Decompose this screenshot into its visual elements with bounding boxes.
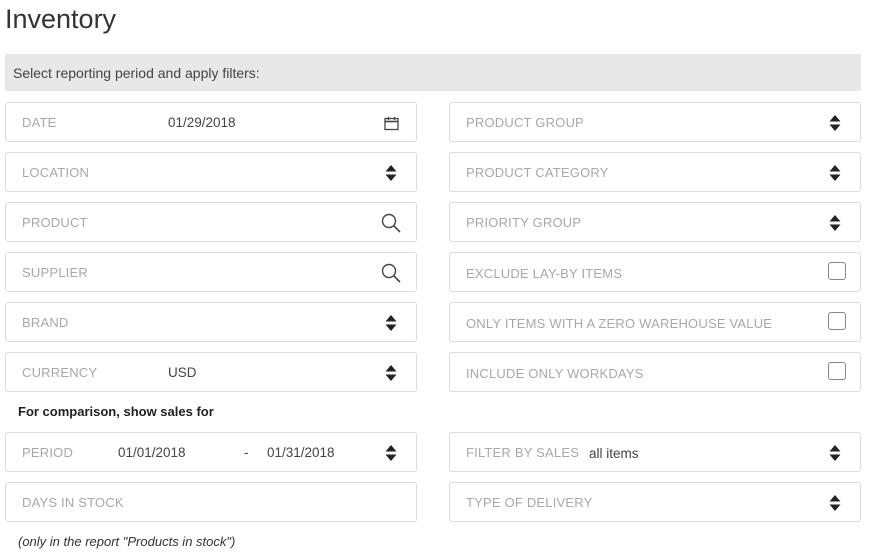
date-field[interactable]: DATE 01/29/2018 — [5, 102, 417, 142]
priority-group-label: PRIORITY GROUP — [466, 215, 582, 230]
type-of-delivery-select[interactable]: TYPE OF DELIVERY — [449, 482, 861, 522]
brand-select[interactable]: BRAND — [5, 302, 417, 342]
sort-icon — [824, 492, 846, 514]
footnote: (only in the report "Products in stock") — [18, 534, 236, 549]
comparison-heading: For comparison, show sales for — [18, 404, 214, 419]
zero-warehouse-label: ONLY ITEMS WITH A ZERO WAREHOUSE VALUE — [466, 316, 773, 331]
sort-icon — [380, 362, 402, 384]
banner-text: Select reporting period and apply filter… — [13, 64, 260, 81]
period-separator: - — [244, 445, 249, 460]
sort-icon — [380, 442, 402, 464]
period-to: 01/31/2018 — [267, 445, 335, 460]
type-of-delivery-label: TYPE OF DELIVERY — [466, 495, 593, 510]
sort-icon — [824, 162, 846, 184]
filter-by-sales-select[interactable]: FILTER BY SALES all items — [449, 432, 861, 472]
product-search[interactable]: PRODUCT — [5, 202, 417, 242]
period-label: PERIOD — [22, 445, 74, 460]
period-from: 01/01/2018 — [118, 445, 186, 460]
priority-group-select[interactable]: PRIORITY GROUP — [449, 202, 861, 242]
sort-icon — [380, 162, 402, 184]
brand-label: BRAND — [22, 315, 69, 330]
currency-value: USD — [168, 365, 197, 380]
filter-by-sales-value: all items — [589, 446, 639, 461]
filter-by-sales-label: FILTER BY SALES — [466, 445, 580, 460]
supplier-label: SUPPLIER — [22, 265, 88, 280]
date-value: 01/29/2018 — [168, 115, 236, 130]
currency-select[interactable]: CURRENCY USD — [5, 352, 417, 392]
product-group-select[interactable]: PRODUCT GROUP — [449, 102, 861, 142]
product-group-label: PRODUCT GROUP — [466, 115, 584, 130]
supplier-search[interactable]: SUPPLIER — [5, 252, 417, 292]
currency-label: CURRENCY — [22, 365, 98, 380]
days-in-stock-label: DAYS IN STOCK — [22, 495, 124, 510]
exclude-layby-checkbox[interactable] — [828, 262, 846, 280]
sort-icon — [824, 442, 846, 464]
days-in-stock-input[interactable]: DAYS IN STOCK — [5, 482, 417, 522]
search-icon[interactable] — [380, 212, 402, 234]
product-category-label: PRODUCT CATEGORY — [466, 165, 609, 180]
calendar-icon[interactable] — [380, 112, 402, 134]
zero-warehouse-field: ONLY ITEMS WITH A ZERO WAREHOUSE VALUE — [449, 302, 861, 342]
page-title: Inventory — [5, 4, 117, 34]
only-workdays-field: INCLUDE ONLY WORKDAYS — [449, 352, 861, 392]
product-label: PRODUCT — [22, 215, 88, 230]
product-category-select[interactable]: PRODUCT CATEGORY — [449, 152, 861, 192]
date-label: DATE — [22, 115, 57, 130]
filters-banner: Select reporting period and apply filter… — [5, 54, 861, 91]
sort-icon — [824, 212, 846, 234]
exclude-layby-field: EXCLUDE LAY-BY ITEMS — [449, 252, 861, 292]
sort-icon — [380, 312, 402, 334]
sort-icon — [824, 112, 846, 134]
location-select[interactable]: LOCATION — [5, 152, 417, 192]
only-workdays-checkbox[interactable] — [828, 362, 846, 380]
zero-warehouse-checkbox[interactable] — [828, 312, 846, 330]
search-icon[interactable] — [380, 262, 402, 284]
location-label: LOCATION — [22, 165, 90, 180]
only-workdays-label: INCLUDE ONLY WORKDAYS — [466, 366, 644, 381]
period-select[interactable]: PERIOD 01/01/2018 - 01/31/2018 — [5, 432, 417, 472]
exclude-layby-label: EXCLUDE LAY-BY ITEMS — [466, 266, 623, 281]
